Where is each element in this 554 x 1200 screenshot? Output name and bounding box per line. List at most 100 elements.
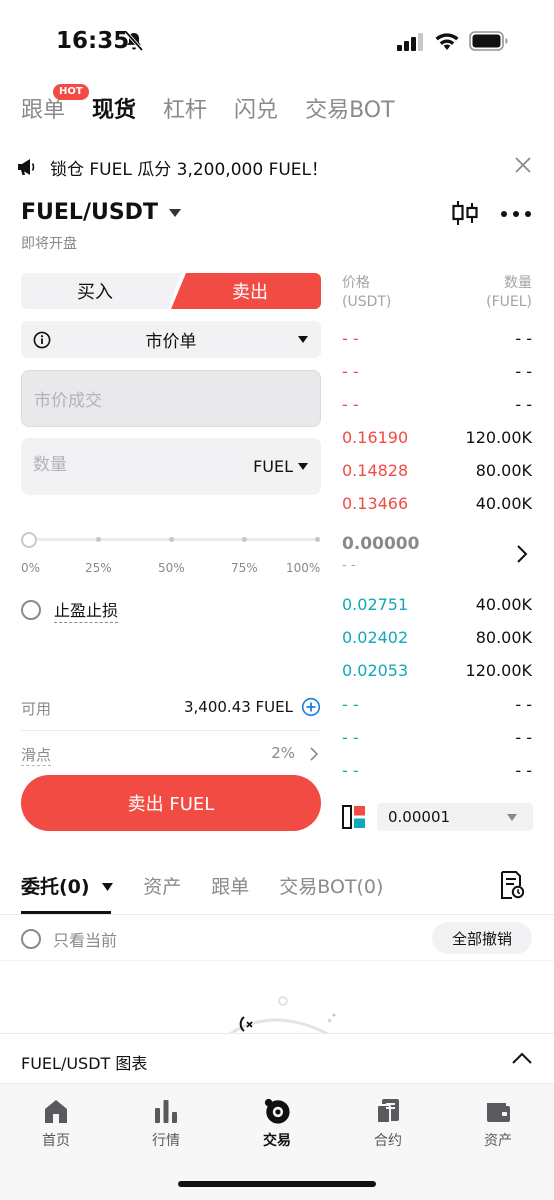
caret-down-icon[interactable] [297,462,309,471]
quantity-field[interactable]: FUEL [21,438,321,495]
caret-down-icon[interactable] [168,208,182,218]
sell-submit-button[interactable]: 卖出 FUEL [21,775,321,831]
chart-bar-label: FUEL/USDT 图表 [21,1054,148,1073]
tab-convert[interactable]: 闪兑 [234,92,278,124]
banner-text: 锁仓 FUEL 瓜分 3,200,000 FUEL！ [50,159,329,180]
slider-knob[interactable] [21,532,37,548]
precision-select[interactable]: 0.00001 [377,803,533,831]
qty-header: 数量 [504,275,532,291]
bid-row[interactable]: 0.02402 80.00K [342,628,532,650]
ask-row[interactable]: 0.16190 120.00K [342,428,532,450]
slider-stop[interactable] [169,537,174,542]
tab-assets[interactable]: 资产 [143,872,181,899]
sell-tab[interactable]: 卖出 [171,273,321,309]
add-funds-icon[interactable] [301,697,321,717]
ask-row[interactable]: - -- - [342,395,532,417]
tab-margin[interactable]: 杠杆 [163,92,207,124]
bid-row[interactable]: 0.02053 120.00K [342,661,532,683]
bid-row[interactable]: - -- - [342,695,532,717]
price-unit: (USDT) [342,294,392,310]
ask-qty: 120.00K [465,428,532,447]
slider-stop[interactable] [242,537,247,542]
bid-price: 0.02402 [342,628,409,647]
ask-price: 0.13466 [342,494,409,513]
quantity-unit[interactable]: FUEL [253,457,293,476]
slider-tick: 75% [231,561,258,575]
tpsl-option[interactable]: 止盈止损 [21,597,119,623]
tab-bot-orders[interactable]: 交易BOT(0) [279,872,383,899]
candlestick-chart-icon[interactable] [451,200,479,226]
last-price[interactable]: 0.00000 - - [342,534,532,576]
order-history-icon[interactable] [498,871,524,899]
tpsl-radio[interactable] [21,600,41,620]
status-time: 16:35 [56,28,130,54]
ask-row[interactable]: - -- - [342,362,532,384]
tab-copy-orders[interactable]: 跟单 [211,872,249,899]
slippage-label: 滑点 [21,746,52,766]
buy-tab[interactable]: 买入 [21,273,181,309]
chevron-up-icon[interactable] [512,1052,532,1064]
price-field: 市价成交 [21,370,321,427]
slider-tick: 50% [158,561,185,575]
pair-symbol[interactable]: FUEL/USDT [21,200,158,225]
available-value: 3,400.43 FUEL [183,698,293,716]
close-icon[interactable] [514,156,532,174]
ask-row[interactable]: 0.13466 40.00K [342,494,532,516]
tab-trading-bot[interactable]: 交易BOT [305,92,394,124]
hot-badge: HOT [53,84,89,100]
chart-toggle-bar[interactable]: FUEL/USDT 图表 [0,1033,554,1083]
orderbook-footer: 0.00001 [342,803,533,831]
bid-row[interactable]: 0.02751 40.00K [342,595,532,617]
ask-qty: - - [515,329,532,348]
info-icon[interactable] [33,331,51,349]
slippage-row[interactable]: 滑点 2% [21,743,321,766]
ask-price: - - [342,395,359,414]
nav-trade[interactable]: 交易 [237,1097,317,1150]
ask-row[interactable]: - -- - [342,329,532,351]
battery-icon [469,31,508,51]
more-icon[interactable] [500,210,532,218]
bid-price: - - [342,695,359,714]
divider [0,914,554,915]
nav-home[interactable]: 首页 [16,1097,96,1150]
top-tabs: 跟单 HOT 现货 杠杆 闪兑 交易BOT [21,84,422,124]
orderbook-layout-icon[interactable] [342,805,366,829]
promo-banner[interactable]: 锁仓 FUEL 瓜分 3,200,000 FUEL！ [16,152,536,182]
nav-assets[interactable]: 资产 [458,1097,538,1150]
pair-status: 即将开盘 [21,236,77,252]
tab-open-orders[interactable]: 委托(0) [21,872,114,899]
chevron-right-icon[interactable] [516,544,528,564]
home-icon [45,1100,67,1123]
cancel-all-button[interactable]: 全部撤销 [432,922,532,954]
ask-price: 0.16190 [342,428,409,447]
mute-bell-icon [124,30,144,52]
bid-row[interactable]: - -- - [342,728,532,750]
only-current-filter[interactable]: 只看当前 [21,927,117,951]
available-balance: 可用 3,400.43 FUEL [21,697,321,719]
caret-down-icon [102,883,114,891]
empty-state-illustration-icon [227,996,336,1035]
bid-qty: 120.00K [465,661,532,680]
ask-row[interactable]: 0.14828 80.00K [342,461,532,483]
only-current-label[interactable]: 只看当前 [53,927,117,951]
ask-price: - - [342,329,359,348]
bid-price: - - [342,761,359,780]
nav-market[interactable]: 行情 [126,1097,206,1150]
tab-copy-trading[interactable]: 跟单 HOT [21,84,89,124]
tab-spot[interactable]: 现货 [92,92,136,124]
slider-tick: 100% [286,561,321,575]
slider-stop[interactable] [96,537,101,542]
price-header: 价格 [342,275,370,291]
orders-tabs: 委托(0) 资产 跟单 交易BOT(0) [21,870,413,900]
nav-futures[interactable]: 合约 [348,1097,428,1150]
slider-tick: 25% [85,561,112,575]
slider-stop[interactable] [315,537,320,542]
wallet-icon [487,1103,510,1122]
bid-row[interactable]: - -- - [342,761,532,783]
amount-slider[interactable] [21,532,321,548]
tpsl-label[interactable]: 止盈止损 [54,597,119,623]
quantity-input[interactable] [33,455,213,475]
order-type-select[interactable]: 市价单 [21,321,321,358]
ask-price: - - [342,362,359,381]
only-current-radio[interactable] [21,929,41,949]
